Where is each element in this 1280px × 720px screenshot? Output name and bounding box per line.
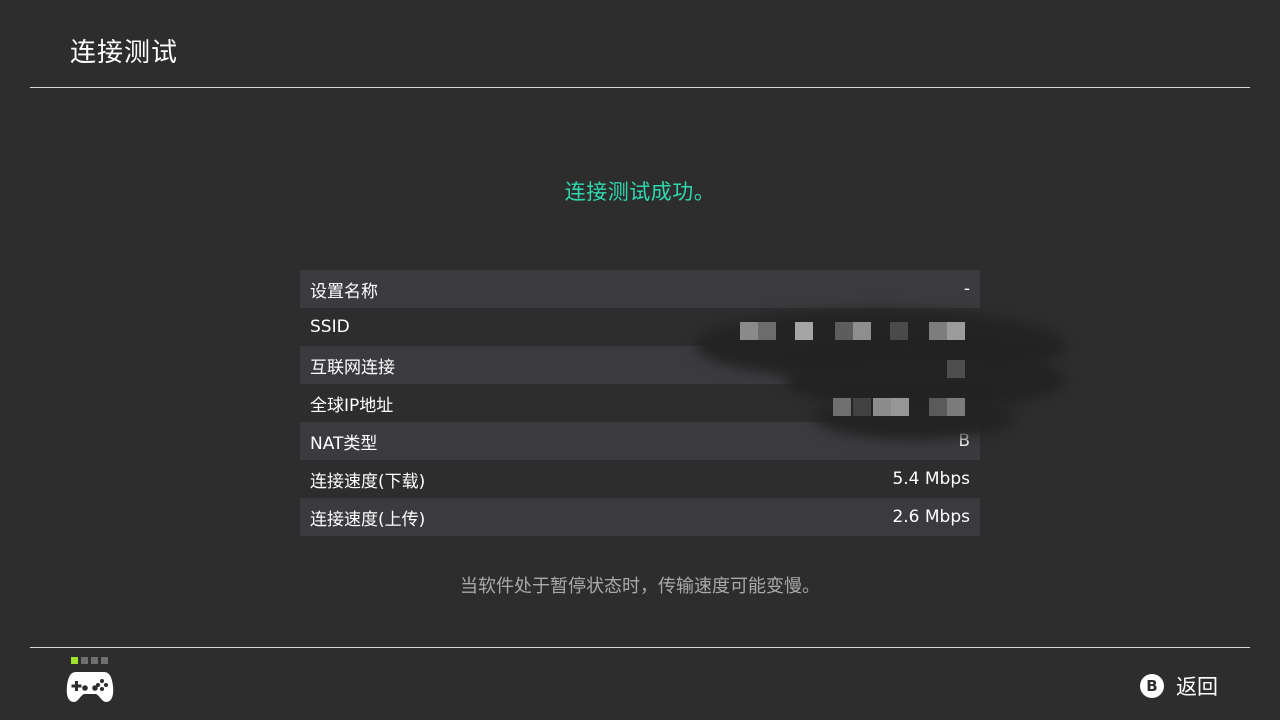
row-label: 设置名称: [310, 281, 378, 302]
back-button[interactable]: B 返回: [1140, 671, 1218, 701]
row-value: 5.4 Mbps: [892, 469, 970, 489]
table-row: NAT类型 B: [300, 422, 980, 460]
header-divider: [30, 87, 1250, 88]
connection-result-message: 连接测试成功。: [564, 180, 716, 204]
row-value: -: [963, 279, 970, 299]
table-row: 全球IP地址: [300, 384, 980, 422]
page-title: 连接测试: [70, 38, 179, 68]
table-row: 连接速度(下载) 5.4 Mbps: [300, 460, 980, 498]
page-dot-active: [71, 657, 78, 664]
row-value: 2.6 Mbps: [892, 507, 970, 527]
row-label: SSID: [310, 317, 350, 337]
footer-divider: [30, 647, 1250, 648]
row-label: 连接速度(上传): [310, 509, 426, 530]
b-button-icon: B: [1140, 674, 1164, 698]
page-dot: [91, 657, 98, 664]
page-dot: [81, 657, 88, 664]
table-row: SSID: [300, 308, 980, 346]
row-label: NAT类型: [310, 433, 378, 454]
row-value: B: [958, 431, 970, 451]
speed-note: 当软件处于暂停状态时，传输速度可能变慢。: [460, 576, 820, 597]
table-row: 互联网连接 成功: [300, 346, 980, 384]
page-dots: [71, 657, 114, 664]
page-dot: [101, 657, 108, 664]
table-row: 设置名称 -: [300, 270, 980, 308]
controller-indicator: [66, 657, 114, 708]
row-value: 成功: [936, 357, 970, 378]
back-label: 返回: [1176, 675, 1218, 699]
row-label: 互联网连接: [310, 357, 395, 378]
table-row: 连接速度(上传) 2.6 Mbps: [300, 498, 980, 536]
gamepad-icon: [66, 672, 114, 702]
connection-info-table: 设置名称 - SSID 互联网连接 成功 全球IP地址 NAT类型 B 连接速度…: [300, 270, 1065, 536]
row-label: 连接速度(下载): [310, 471, 426, 492]
row-label: 全球IP地址: [310, 395, 394, 416]
